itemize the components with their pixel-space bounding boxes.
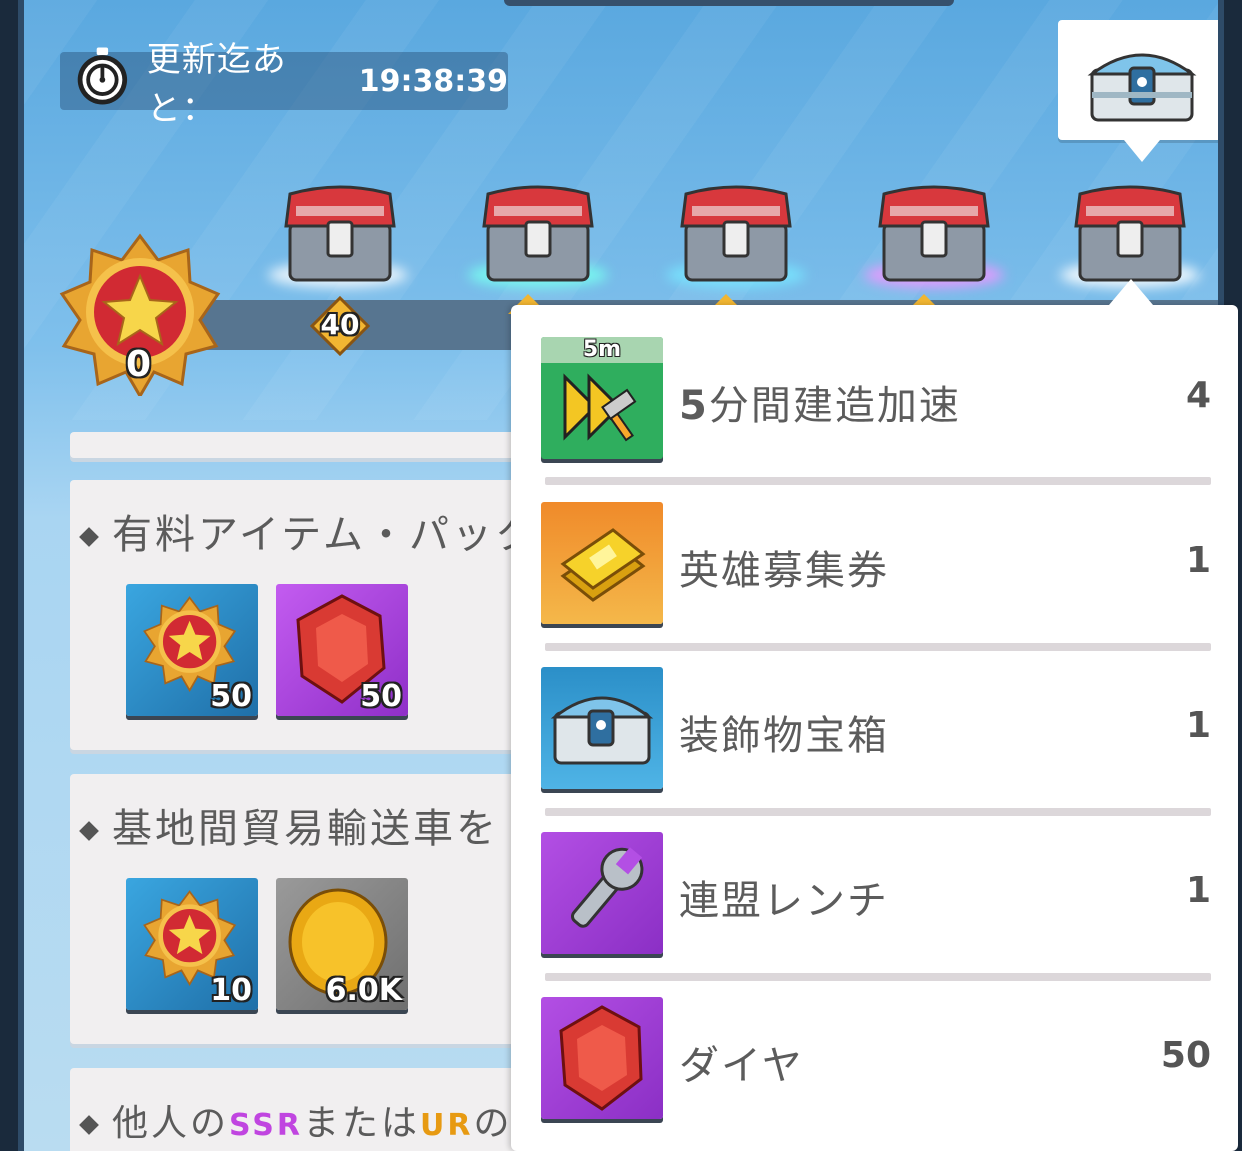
milestone-badge: 40 <box>309 295 371 357</box>
task-card: 基地間貿易輸送車を 10 6.0K <box>70 774 550 1044</box>
points-medal: 0 <box>58 232 222 399</box>
hero-ticket-icon <box>541 502 663 624</box>
decoration-chest-icon <box>1087 53 1197 122</box>
list-item: 連盟レンチ 1 <box>541 832 1211 958</box>
timer-value: 19:38:39 <box>358 63 508 99</box>
item-quantity: 4 <box>1185 375 1211 416</box>
reward-chest-icon[interactable] <box>672 180 800 290</box>
list-item: ダイヤ 50 <box>541 997 1211 1123</box>
task-title: 基地間貿易輸送車を <box>79 796 499 854</box>
reward-chest-icon[interactable] <box>870 180 998 290</box>
divider <box>545 973 1211 981</box>
item-name: 連盟レンチ <box>679 878 889 924</box>
reward-tile[interactable]: 10 <box>126 878 258 1010</box>
chest-contents-popup: 5m 5分間建造加速 4 英雄募集券 1 装飾物宝箱 1 連盟レンチ 1 ダイヤ… <box>511 279 1238 1151</box>
task-card: 有料アイテム・パック 50 50 <box>70 480 550 750</box>
reward-chest-icon[interactable] <box>474 180 602 290</box>
reward-count: 10 <box>210 973 252 1008</box>
speedup-badge: 5m <box>582 337 622 362</box>
current-points: 0 <box>126 344 152 385</box>
item-quantity: 1 <box>1185 540 1211 581</box>
timer-label: 更新迄あと： <box>146 40 287 129</box>
reward-chest-icon[interactable] <box>1066 180 1194 290</box>
item-name: 英雄募集券 <box>679 548 889 594</box>
item-quantity: 1 <box>1185 705 1211 746</box>
reward-count: 50 <box>360 679 402 714</box>
decoration-chest-icon <box>541 667 663 789</box>
divider <box>545 477 1211 485</box>
list-item: 5m 5分間建造加速 4 <box>541 337 1211 463</box>
gem-icon <box>541 997 663 1119</box>
wrench-icon <box>541 832 663 954</box>
reward-count: 6.0K <box>325 973 402 1008</box>
task-card: 他人のSSRまたはURの極秘 <box>70 1068 587 1151</box>
reward-count: 50 <box>210 679 252 714</box>
item-name: ダイヤ <box>679 1043 804 1089</box>
divider <box>545 643 1211 651</box>
reward-tile[interactable]: 50 <box>126 584 258 716</box>
list-item: 英雄募集券 1 <box>541 502 1211 628</box>
reward-tile[interactable]: 50 <box>276 584 408 716</box>
reward-chest-icon[interactable] <box>276 180 404 290</box>
item-quantity: 1 <box>1185 870 1211 911</box>
milestone-value: 40 <box>320 308 360 341</box>
task-card <box>70 432 550 458</box>
task-title: 有料アイテム・パック <box>79 502 538 560</box>
item-name: 装飾物宝箱 <box>679 713 889 759</box>
list-item: 装飾物宝箱 1 <box>541 667 1211 793</box>
refresh-timer: 更新迄あと： 19:38:39 <box>60 40 508 129</box>
item-quantity: 50 <box>1160 1035 1211 1076</box>
chest-preview-bubble[interactable] <box>1058 20 1218 162</box>
item-name: 5分間建造加速 <box>679 383 961 429</box>
top-bar <box>504 0 954 6</box>
divider <box>545 808 1211 816</box>
reward-tile[interactable]: 6.0K <box>276 878 408 1010</box>
stopwatch-icon <box>77 47 128 105</box>
build-speedup-icon: 5m <box>541 337 663 459</box>
